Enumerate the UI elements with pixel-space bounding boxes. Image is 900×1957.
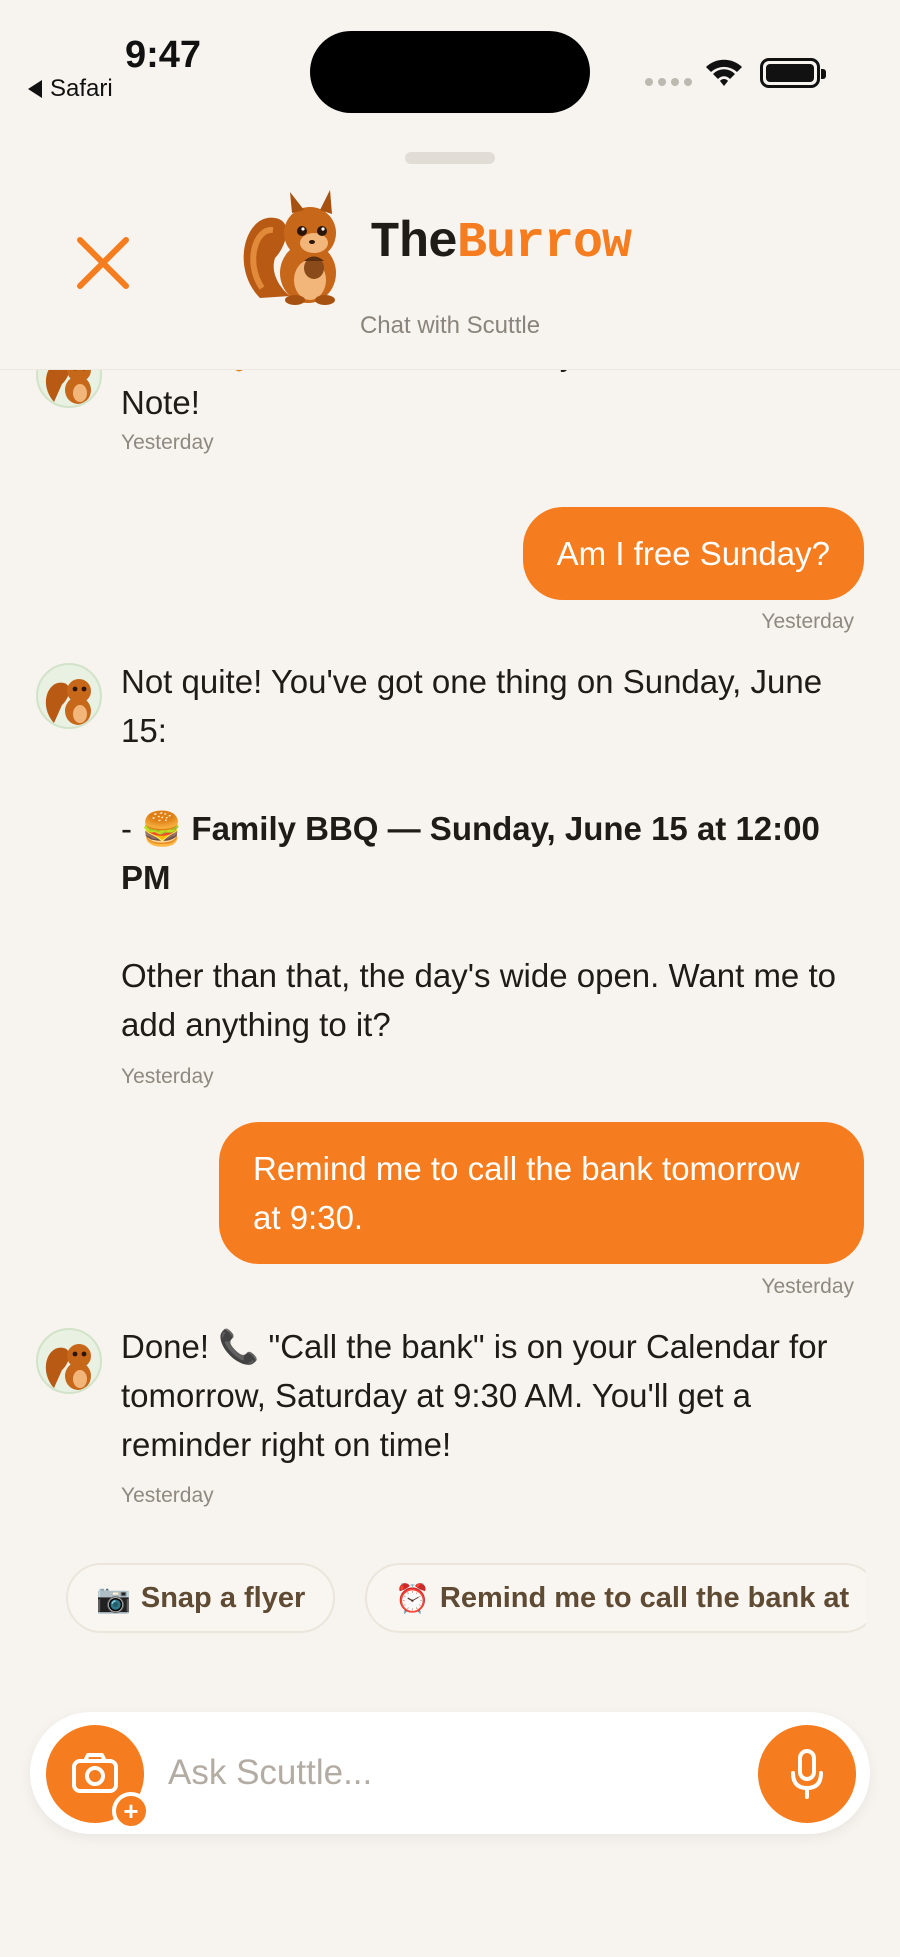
- close-icon[interactable]: [70, 230, 136, 296]
- microphone-button[interactable]: [758, 1725, 856, 1823]
- wifi-icon: [706, 59, 742, 86]
- bot-message-text: Done! 📞 "Call the bank" is on your Calen…: [121, 1328, 828, 1463]
- bot-message-outro: Other than that, the day's wide open. Wa…: [121, 957, 836, 1043]
- sheet-grabber[interactable]: [405, 152, 495, 164]
- event-detail: Family BBQ — Sunday, June 15 at 12:00 PM: [121, 810, 820, 896]
- message-timestamp: Yesterday: [121, 1484, 214, 1507]
- message-timestamp: Yesterday: [121, 431, 214, 454]
- back-arrow-icon: [28, 80, 42, 98]
- back-app-label: Safari: [50, 75, 113, 102]
- camera-icon: 📷: [96, 1582, 131, 1614]
- chat-thread[interactable]: Done! 🍞 "Bread" is added to your Forever…: [0, 370, 900, 1550]
- dynamic-island: [310, 31, 590, 113]
- bot-message-text: Not quite! You've got one thing on Sunda…: [121, 657, 841, 1049]
- chip-remind-call-bank[interactable]: ⏰ Remind me to call the bank at: [365, 1563, 866, 1633]
- message-timestamp: Yesterday: [761, 610, 854, 633]
- status-time: 9:47: [125, 34, 202, 76]
- chip-snap-a-flyer[interactable]: 📷 Snap a flyer: [66, 1563, 336, 1633]
- brand-burrow: Burrow: [457, 215, 632, 272]
- brand-title: TheBurrow: [370, 215, 632, 272]
- message-timestamp: Yesterday: [761, 1275, 854, 1298]
- chat-subtitle: Chat with Scuttle: [359, 312, 541, 339]
- bot-message-text: Done! 🍞 "Bread" is added to your Forever…: [121, 370, 841, 427]
- event-prefix: - 🍔: [121, 810, 192, 847]
- battery-icon: [760, 58, 826, 88]
- back-to-safari[interactable]: Safari: [28, 75, 113, 103]
- suggestion-chips: 📷 Snap a flyer ⏰ Remind me to call the b…: [66, 1563, 866, 1635]
- squirrel-logo-icon: [243, 190, 336, 305]
- scuttle-avatar: [36, 663, 102, 729]
- ask-input[interactable]: [168, 1742, 748, 1804]
- brand-the: The: [370, 215, 458, 272]
- status-bar: 9:47 Safari: [0, 0, 900, 120]
- alarm-clock-icon: ⏰: [395, 1582, 430, 1614]
- bot-event-item: - 🍔 Family BBQ — Sunday, June 15 at 12:0…: [121, 804, 841, 902]
- user-message-bubble: Am I free Sunday?: [522, 507, 864, 600]
- add-photo-plus-icon[interactable]: +: [112, 1792, 150, 1830]
- scuttle-avatar: [36, 1328, 102, 1394]
- cellular-signal-icon: [645, 78, 692, 86]
- bot-message-line: Note!: [121, 384, 200, 421]
- chat-header: TheBurrow Chat with Scuttle: [0, 170, 900, 370]
- chip-label: Snap a flyer: [140, 1581, 306, 1614]
- user-message-bubble: Remind me to call the bank tomorrow at 9…: [219, 1122, 864, 1264]
- scuttle-avatar: [36, 370, 102, 408]
- chip-label: Remind me to call the bank at: [439, 1581, 850, 1614]
- bot-message-intro: Not quite! You've got one thing on Sunda…: [121, 663, 823, 749]
- microphone-icon: [791, 1749, 823, 1799]
- message-composer: +: [30, 1712, 870, 1834]
- bot-message-line: Done! 🍞 "Bread" is added to your Forever: [121, 370, 841, 378]
- message-timestamp: Yesterday: [121, 1065, 214, 1088]
